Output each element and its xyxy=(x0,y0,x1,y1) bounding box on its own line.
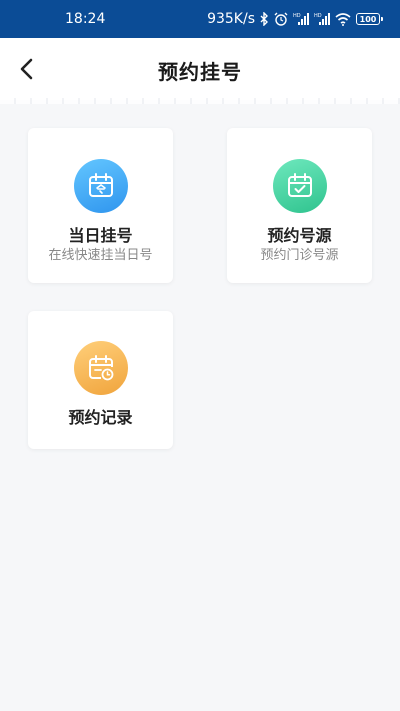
page-title: 预约挂号 xyxy=(158,60,242,84)
card-title: 当日挂号 xyxy=(68,226,133,245)
card-title: 预约记录 xyxy=(68,408,133,427)
appointment-source-card[interactable]: 预约号源 预约门诊号源 xyxy=(227,128,372,283)
battery-icon: 100 xyxy=(356,13,383,25)
status-icons: 935K/s HD HD 100 xyxy=(207,11,383,27)
calendar-clock-icon xyxy=(74,341,128,395)
signal-hd-icon: HD xyxy=(314,12,330,26)
network-speed: 935K/s xyxy=(207,11,255,27)
calendar-today-icon xyxy=(74,159,128,213)
svg-text:HD: HD xyxy=(314,13,322,19)
wifi-icon xyxy=(335,12,351,26)
status-bar: 18:24 935K/s HD HD 100 xyxy=(0,0,400,38)
alarm-icon xyxy=(274,12,288,26)
nav-bar: 预约挂号 xyxy=(0,38,400,104)
card-title: 预约号源 xyxy=(267,226,332,245)
bluetooth-icon xyxy=(260,12,269,26)
status-time: 18:24 xyxy=(65,11,106,27)
calendar-check-icon xyxy=(273,159,327,213)
signal-hd-icon: HD xyxy=(293,12,309,26)
same-day-registration-card[interactable]: 当日挂号 在线快速挂当日号 xyxy=(28,128,173,283)
appointment-records-card[interactable]: 预约记录 xyxy=(28,311,173,449)
card-subtitle: 在线快速挂当日号 xyxy=(48,248,153,263)
svg-text:HD: HD xyxy=(293,13,301,19)
card-subtitle: 预约门诊号源 xyxy=(260,248,339,263)
